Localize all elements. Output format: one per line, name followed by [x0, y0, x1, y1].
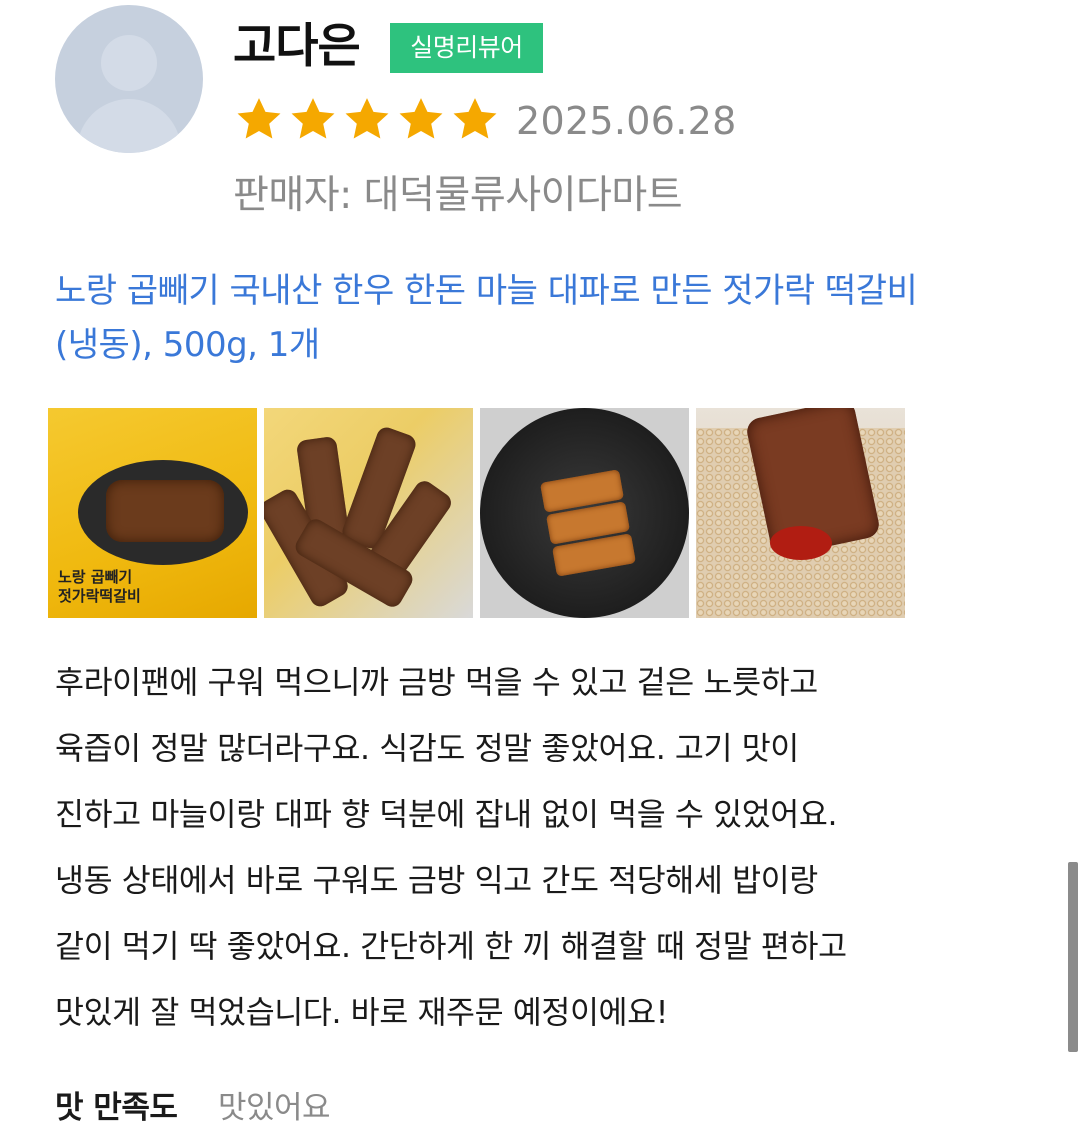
avatar-head-shape — [101, 35, 157, 91]
photo-sauce-shape — [770, 526, 832, 560]
star-icon — [399, 98, 443, 139]
review-text: 후라이팬에 구워 먹으니까 금방 먹을 수 있고 겉은 노릇하고 육즙이 정말 … — [55, 650, 1045, 1046]
review-date: 2025.06.28 — [516, 99, 737, 143]
review-line: 냉동 상태에서 바로 구워도 금방 익고 간도 적당해세 밥이랑 — [55, 863, 818, 899]
taste-satisfaction-value: 맛있어요 — [218, 1090, 331, 1126]
review-line: 육즙이 정말 많더라구요. 식감도 정말 좋았어요. 고기 맛이 — [55, 731, 799, 767]
package-label: 노랑 곱빼기 젓가락떡갈비 — [58, 568, 141, 605]
review-line: 진하고 마늘이랑 대파 향 덕분에 잡내 없이 먹을 수 있었어요. — [55, 797, 838, 833]
review-line: 후라이팬에 구워 먹으니까 금방 먹을 수 있고 겉은 노릇하고 — [55, 665, 818, 701]
review-photo-frozen[interactable] — [264, 408, 473, 618]
star-icon — [453, 98, 497, 139]
product-title-line: 노랑 곱빼기 국내산 한우 한돈 마늘 대파로 만든 젓가락 떡갈비 — [55, 271, 918, 311]
scrollbar-thumb[interactable] — [1068, 862, 1078, 1052]
review-photo-strip: 노랑 곱빼기 젓가락떡갈비 — [48, 408, 905, 618]
photo-meat-shape — [106, 480, 224, 542]
taste-satisfaction-label: 맛 만족도 — [55, 1090, 178, 1126]
reviewer-name: 고다은 — [233, 19, 361, 74]
review-line: 같이 먹기 딱 좋았어요. 간단하게 한 끼 해결할 때 정말 편하고 — [55, 929, 847, 965]
product-title-line: (냉동), 500g, 1개 — [55, 325, 320, 365]
reviewer-avatar — [55, 5, 203, 153]
star-icon — [237, 98, 281, 139]
star-icon — [345, 98, 389, 139]
review-photo-pan[interactable] — [480, 408, 689, 618]
star-icon — [291, 98, 335, 139]
review-photo-package[interactable]: 노랑 곱빼기 젓가락떡갈비 — [48, 408, 257, 618]
review-line: 맛있게 잘 먹었습니다. 바로 재주문 예정이에요! — [55, 995, 668, 1031]
rating-stars — [233, 95, 501, 147]
avatar-body-shape — [77, 99, 181, 153]
review-photo-rice[interactable] — [696, 408, 905, 618]
verified-reviewer-badge: 실명리뷰어 — [390, 23, 543, 73]
product-link[interactable]: 노랑 곱빼기 국내산 한우 한돈 마늘 대파로 만든 젓가락 떡갈비 (냉동),… — [55, 264, 1045, 372]
seller-name: 판매자: 대덕물류사이다마트 — [233, 173, 683, 218]
